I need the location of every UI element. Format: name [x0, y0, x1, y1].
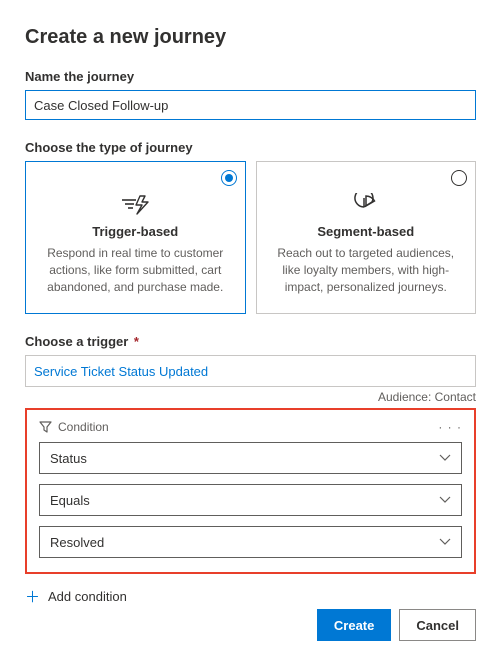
- card-title: Segment-based: [271, 224, 462, 239]
- plus-icon: ＋: [25, 586, 40, 607]
- pie-chart-icon: [271, 192, 462, 218]
- card-text: Respond in real time to customer actions…: [40, 245, 231, 295]
- page-title: Create a new journey: [25, 26, 476, 49]
- filter-icon: [39, 421, 52, 433]
- cancel-button[interactable]: Cancel: [399, 609, 476, 641]
- journey-name-input[interactable]: [25, 90, 476, 120]
- type-label: Choose the type of journey: [25, 140, 476, 155]
- required-asterisk: *: [130, 334, 139, 349]
- radio-unselected[interactable]: [451, 170, 467, 186]
- journey-type-trigger-card[interactable]: Trigger-based Respond in real time to cu…: [25, 161, 246, 314]
- condition-attribute-select[interactable]: Status: [39, 442, 462, 474]
- lightning-icon: [40, 192, 231, 218]
- audience-text: Audience: Contact: [25, 390, 476, 404]
- trigger-select[interactable]: Service Ticket Status Updated: [25, 355, 476, 387]
- name-label: Name the journey: [25, 69, 476, 84]
- journey-type-segment-card[interactable]: Segment-based Reach out to targeted audi…: [256, 161, 477, 314]
- condition-box: Condition · · · Status Equals Resolved: [25, 408, 476, 574]
- condition-operator-select[interactable]: Equals: [39, 484, 462, 516]
- card-text: Reach out to targeted audiences, like lo…: [271, 245, 462, 295]
- add-condition-button[interactable]: ＋ Add condition: [25, 586, 476, 607]
- condition-value-select[interactable]: Resolved: [39, 526, 462, 558]
- chevron-down-icon: [439, 496, 451, 504]
- trigger-label: Choose a trigger *: [25, 334, 476, 349]
- more-icon[interactable]: · · ·: [438, 420, 462, 434]
- chevron-down-icon: [439, 538, 451, 546]
- chevron-down-icon: [439, 454, 451, 462]
- condition-label: Condition: [58, 420, 109, 434]
- card-title: Trigger-based: [40, 224, 231, 239]
- radio-selected[interactable]: [221, 170, 237, 186]
- create-button[interactable]: Create: [317, 609, 391, 641]
